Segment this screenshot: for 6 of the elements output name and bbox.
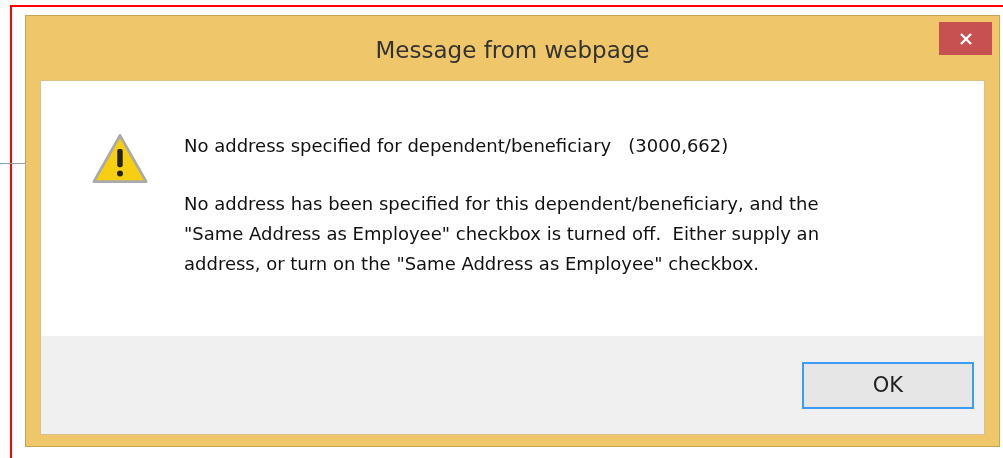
close-button[interactable] [939,22,992,55]
close-icon [958,31,973,46]
ok-button[interactable]: OK [802,362,974,409]
window-title: Message from webpage [375,35,650,65]
message-heading: No address specified for dependent/beneficiary (3000,662) [184,134,730,158]
message-body: No address has been specified for this dependent/beneficiary, and the "Same Address as Employee" checkbox is turned off. Either supply an address, or turn on the "Same Address as Employee" checkbox. [184,192,821,276]
